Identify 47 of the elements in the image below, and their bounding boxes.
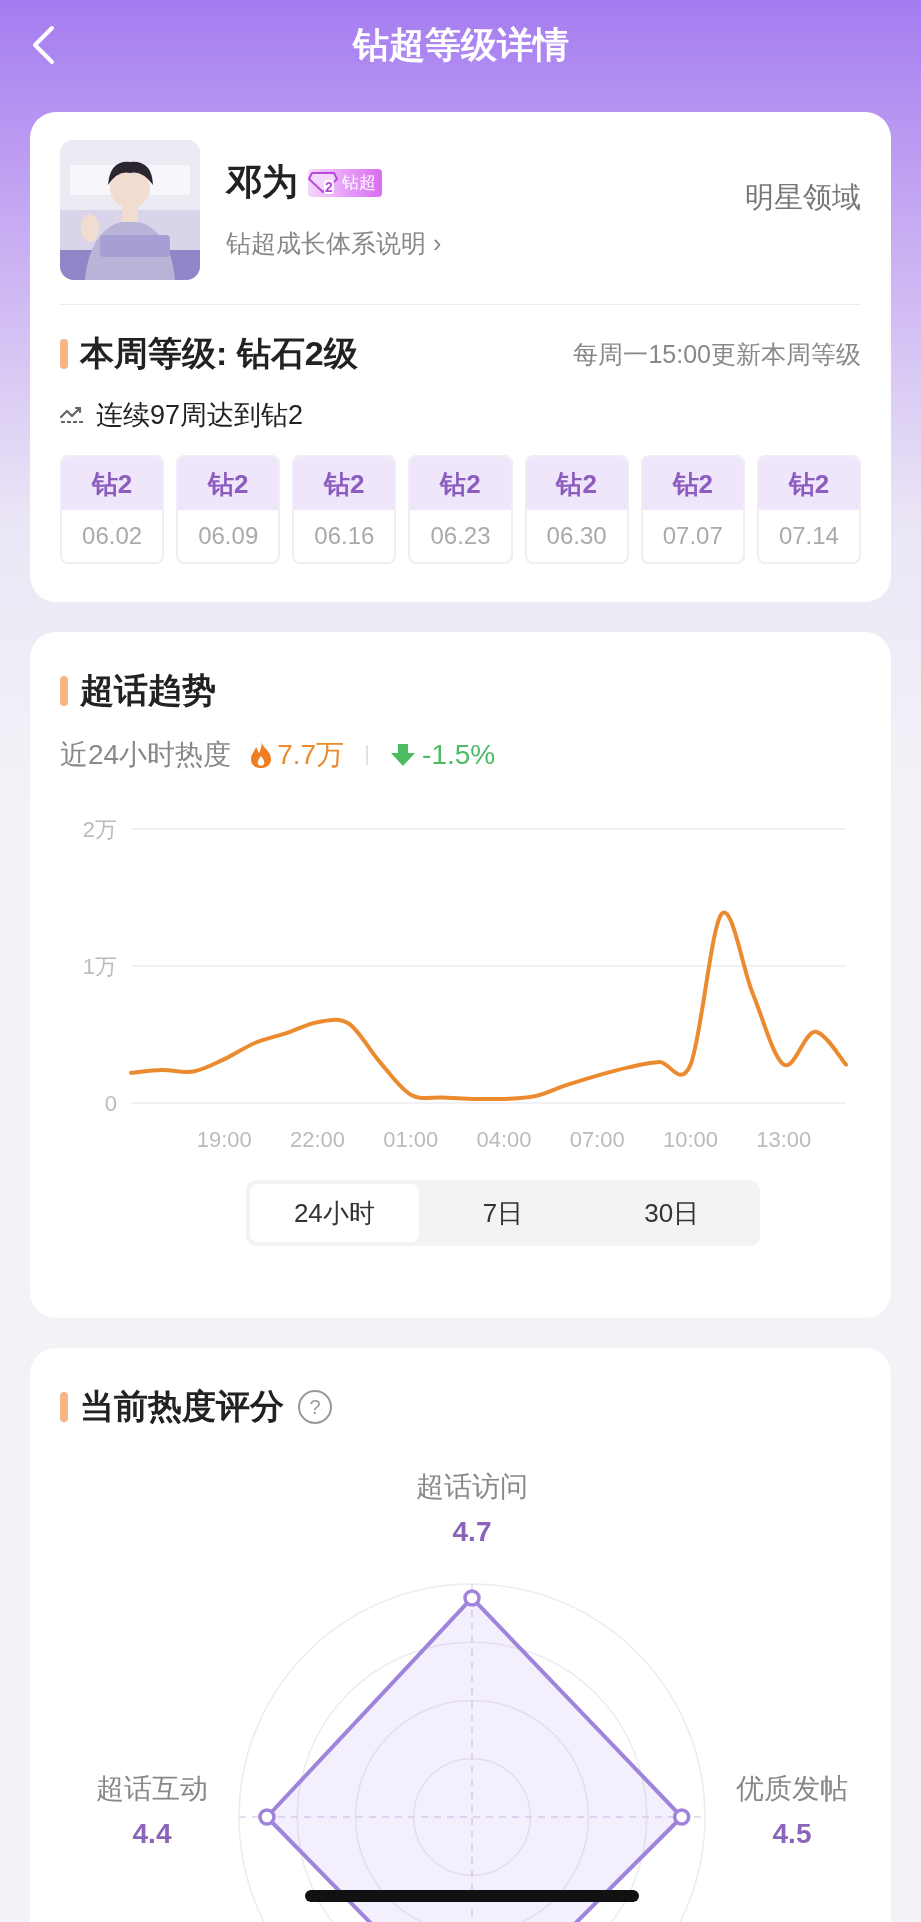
axis-label: 0 (104, 1091, 117, 1116)
change-value: -1.5% (422, 739, 496, 771)
accent-bar (60, 339, 68, 369)
trend-icon (60, 406, 84, 424)
growth-system-link[interactable]: 钻超成长体系说明 › (226, 227, 745, 260)
axis-name: 超话访问 (416, 1470, 528, 1504)
axis-label: 19:00 (196, 1127, 252, 1152)
accent-bar (60, 676, 68, 706)
heat-value: 7.7万 (277, 738, 345, 772)
range-tab[interactable]: 7日 (418, 1184, 588, 1242)
update-note: 每周一15:00更新本周等级 (573, 338, 861, 370)
week-chip: 钻2 06.09 (176, 455, 281, 564)
axis-label: 01:00 (383, 1127, 439, 1152)
week-chip: 钻2 07.14 (756, 455, 861, 564)
week-chip: 钻2 06.23 (408, 455, 513, 564)
week-chip: 钻2 07.07 (640, 455, 745, 564)
axis-label: 22:00 (290, 1127, 346, 1152)
level-title: 本周等级: 钻石2级 (80, 333, 358, 374)
week-chip: 钻2 06.30 (524, 455, 629, 564)
level-number: 2 (324, 179, 334, 194)
badge-label: 钻超 (342, 172, 376, 194)
axis-label: 13:00 (756, 1127, 812, 1152)
week-chip: 钻2 06.02 (60, 455, 165, 564)
page-title: 钻超等级详情 (352, 22, 569, 67)
score-value: 4.7 (452, 1516, 492, 1548)
score-value: 4.4 (132, 1818, 172, 1850)
axis-label: 1万 (82, 954, 117, 979)
score-value: 4.5 (772, 1818, 812, 1850)
accent-bar (60, 1392, 68, 1422)
axis-label: 10:00 (663, 1127, 719, 1152)
domain-label: 明星领域 (745, 180, 861, 215)
range-tab[interactable]: 30日 (587, 1184, 756, 1242)
arrow-icon (390, 743, 417, 767)
period-label: 近24小时热度 (60, 738, 232, 772)
user-name: 邓为 (226, 160, 298, 204)
section-title: 当前热度评分 (80, 1386, 284, 1427)
axis-label: 2万 (82, 817, 117, 842)
axis-name: 优质发帖 (736, 1772, 848, 1806)
axis-label: 07:00 (569, 1127, 625, 1152)
back-icon[interactable] (30, 25, 56, 65)
week-chip: 钻2 06.16 (292, 455, 397, 564)
flame-icon (249, 741, 274, 769)
axis-label: 04:00 (476, 1127, 532, 1152)
section-title: 超话趋势 (80, 670, 216, 711)
axis-name: 超话互动 (96, 1772, 208, 1806)
streak-text: 连续97周达到钻2 (96, 399, 304, 432)
range-tab[interactable]: 24小时 (250, 1184, 419, 1242)
